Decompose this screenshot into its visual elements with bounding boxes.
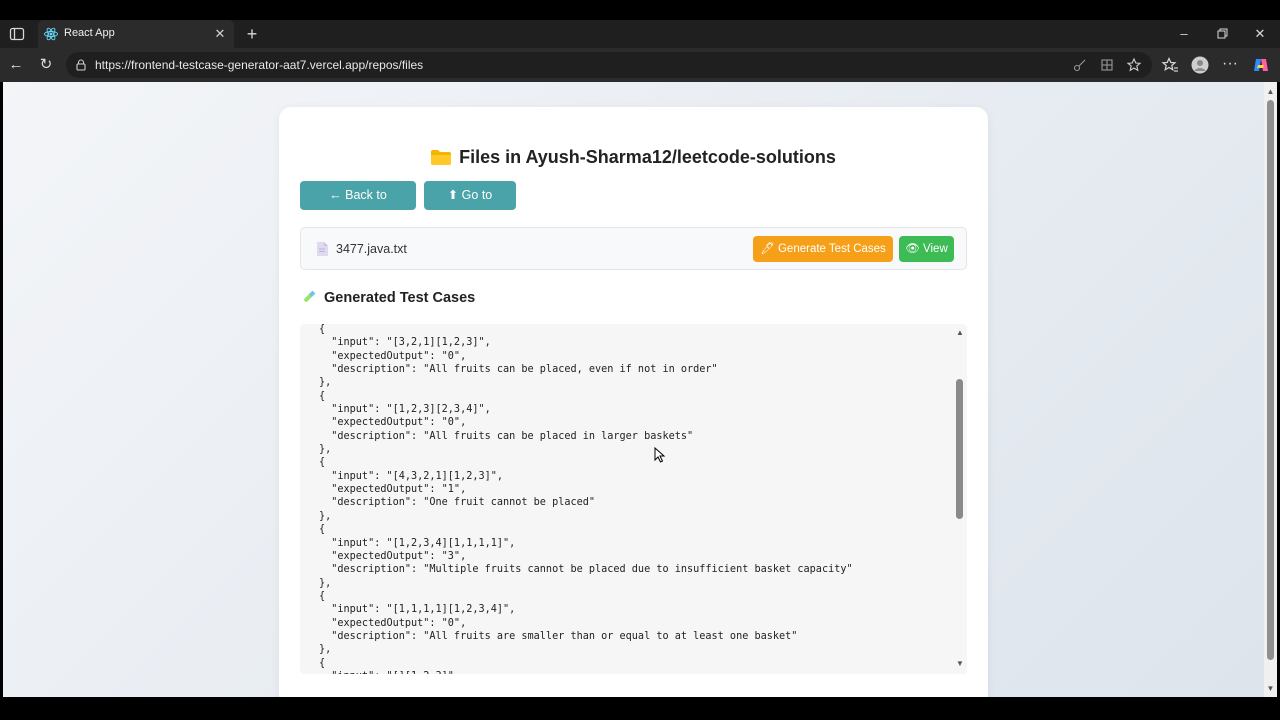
close-window-icon[interactable]: ✕ xyxy=(1250,24,1270,44)
tab-actions-icon[interactable] xyxy=(8,25,26,43)
favorites-icon[interactable] xyxy=(1161,56,1179,74)
browser-tab-bar: React App ✕ + – ✕ xyxy=(0,20,1280,48)
section-title: Generated Test Cases xyxy=(301,289,475,306)
back-arrow-icon[interactable]: ← xyxy=(6,55,26,75)
page-scroll-down-icon[interactable]: ▼ xyxy=(1266,684,1275,693)
url-text: https://frontend-testcase-generator-aat7… xyxy=(95,58,424,72)
copilot-icon[interactable] xyxy=(1252,56,1270,74)
minimize-icon[interactable]: – xyxy=(1174,24,1194,44)
reload-icon[interactable]: ↻ xyxy=(36,55,56,75)
screen-bottom-border xyxy=(0,697,1280,720)
view-file-button[interactable]: 👁 View xyxy=(899,236,954,262)
react-icon xyxy=(44,27,58,41)
scroll-up-icon[interactable]: ▲ xyxy=(955,328,965,338)
page-scroll-thumb[interactable] xyxy=(1267,100,1274,660)
browser-toolbar: ← ↻ https://frontend-testcase-generator-… xyxy=(0,48,1280,82)
screen-top-border xyxy=(0,0,1280,20)
close-tab-icon[interactable]: ✕ xyxy=(212,26,228,42)
file-name[interactable]: 3477.java.txt xyxy=(336,242,407,256)
back-to-repos-button[interactable]: ← Back to Repos xyxy=(300,181,416,231)
new-tab-icon[interactable]: + xyxy=(242,24,262,44)
restore-icon[interactable] xyxy=(1212,24,1232,44)
output-scrollbar[interactable]: ▲ ▼ xyxy=(954,324,966,674)
file-row: 3477.java.txt 🖊 Generate Test Cases 👁 Vi… xyxy=(300,227,967,270)
key-icon[interactable] xyxy=(1072,57,1088,73)
scroll-down-icon[interactable]: ▼ xyxy=(955,659,965,669)
address-bar[interactable]: https://frontend-testcase-generator-aat7… xyxy=(66,52,1152,78)
app-grid-icon[interactable] xyxy=(1099,57,1115,73)
page-scroll-up-icon[interactable]: ▲ xyxy=(1266,87,1275,96)
page-scrollbar[interactable]: ▲ ▼ xyxy=(1264,82,1277,697)
site-info-icon[interactable] xyxy=(74,58,88,72)
generate-test-cases-button[interactable]: 🖊 Generate Test Cases xyxy=(753,236,893,262)
more-options-icon[interactable]: ··· xyxy=(1220,54,1240,74)
mouse-cursor-icon xyxy=(654,447,666,463)
section-title-text: Generated Test Cases xyxy=(324,290,476,306)
page-title: Files in Ayush-Sharma12/leetcode-solutio… xyxy=(279,147,988,168)
test-cases-json: { "input": "[3,2,1][1,2,3]", "expectedOu… xyxy=(319,324,853,674)
go-to-root-button[interactable]: ⬆ Go to Root xyxy=(424,181,516,231)
profile-avatar-icon[interactable] xyxy=(1191,56,1209,74)
browser-tab[interactable]: React App ✕ xyxy=(38,20,234,48)
test-cases-output[interactable]: { "input": "[3,2,1][1,2,3]", "expectedOu… xyxy=(300,324,967,674)
page-viewport: Files in Ayush-Sharma12/leetcode-solutio… xyxy=(3,82,1264,697)
folder-icon xyxy=(431,150,452,165)
favorite-star-icon[interactable] xyxy=(1126,57,1142,73)
tab-title: React App xyxy=(64,27,115,39)
files-card: Files in Ayush-Sharma12/leetcode-solutio… xyxy=(279,107,988,697)
file-icon xyxy=(317,242,328,256)
test-tube-icon xyxy=(304,290,316,302)
page-title-text: Files in Ayush-Sharma12/leetcode-solutio… xyxy=(459,147,836,167)
output-scroll-thumb[interactable] xyxy=(956,379,963,519)
